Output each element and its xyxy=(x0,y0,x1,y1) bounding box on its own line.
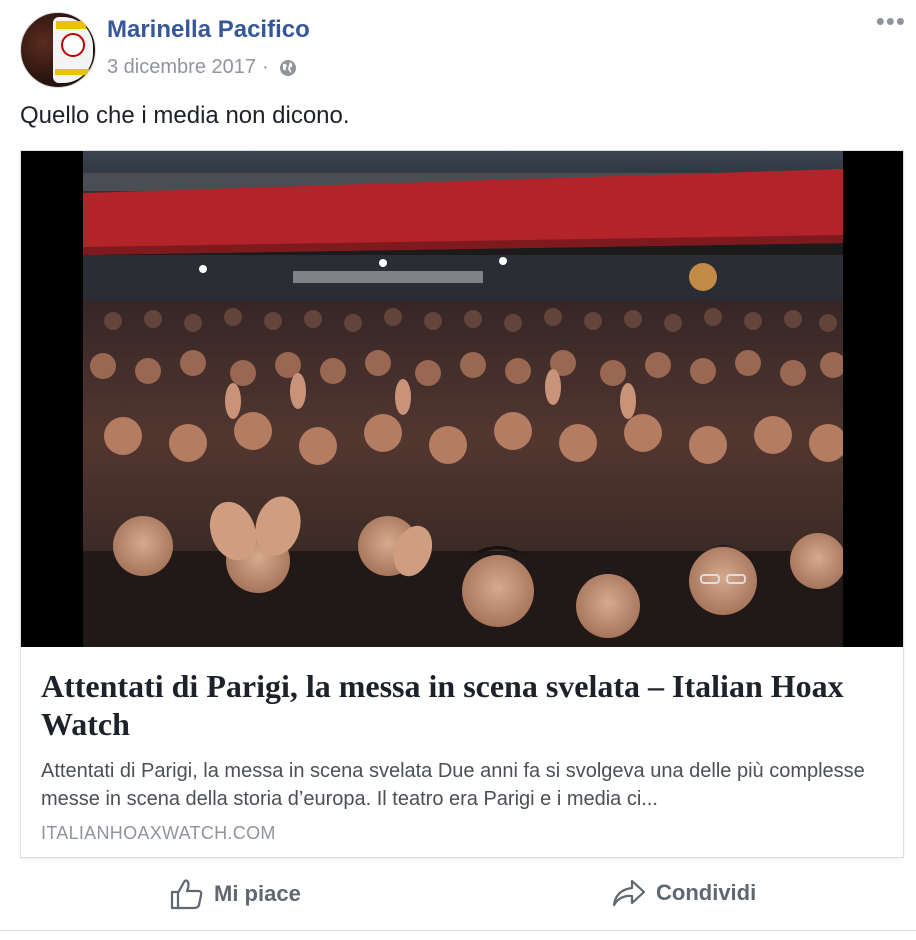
link-domain: ITALIANHOAXWATCH.COM xyxy=(41,823,276,843)
link-description: Attentati di Parigi, la messa in scena s… xyxy=(41,760,865,810)
thumbs-up-icon xyxy=(170,879,203,910)
link-title[interactable]: Attentati di Parigi, la messa in scena s… xyxy=(41,667,891,743)
post-actions-bar: Mi piace Condividi xyxy=(0,872,916,918)
globe-icon[interactable] xyxy=(279,59,297,77)
like-label: Mi piace xyxy=(214,881,301,906)
share-label: Condividi xyxy=(656,880,757,905)
share-arrow-icon xyxy=(612,879,646,907)
post-bottom-divider xyxy=(0,930,916,931)
post-meta: 3 dicembre 2017 · xyxy=(107,56,297,79)
author-name-link[interactable]: Marinella Pacifico xyxy=(107,16,310,44)
meta-separator: · xyxy=(261,56,269,78)
post-text: Quello che i media non dicono. xyxy=(20,102,350,129)
author-avatar[interactable] xyxy=(20,12,96,88)
share-button[interactable]: Condividi xyxy=(612,878,756,908)
like-button[interactable]: Mi piace xyxy=(170,878,301,910)
link-preview-card[interactable]: Attentati di Parigi, la messa in scena s… xyxy=(20,150,904,858)
avatar-badge xyxy=(53,17,93,83)
more-options-icon[interactable]: ••• xyxy=(876,8,906,34)
concert-crowd-photo xyxy=(83,151,843,647)
post-timestamp[interactable]: 3 dicembre 2017 xyxy=(107,56,256,79)
link-preview-image[interactable] xyxy=(21,151,903,647)
feed-post: Marinella Pacifico 3 dicembre 2017 · •••… xyxy=(0,0,916,940)
link-preview-body: Attentati di Parigi, la messa in scena s… xyxy=(41,667,891,844)
